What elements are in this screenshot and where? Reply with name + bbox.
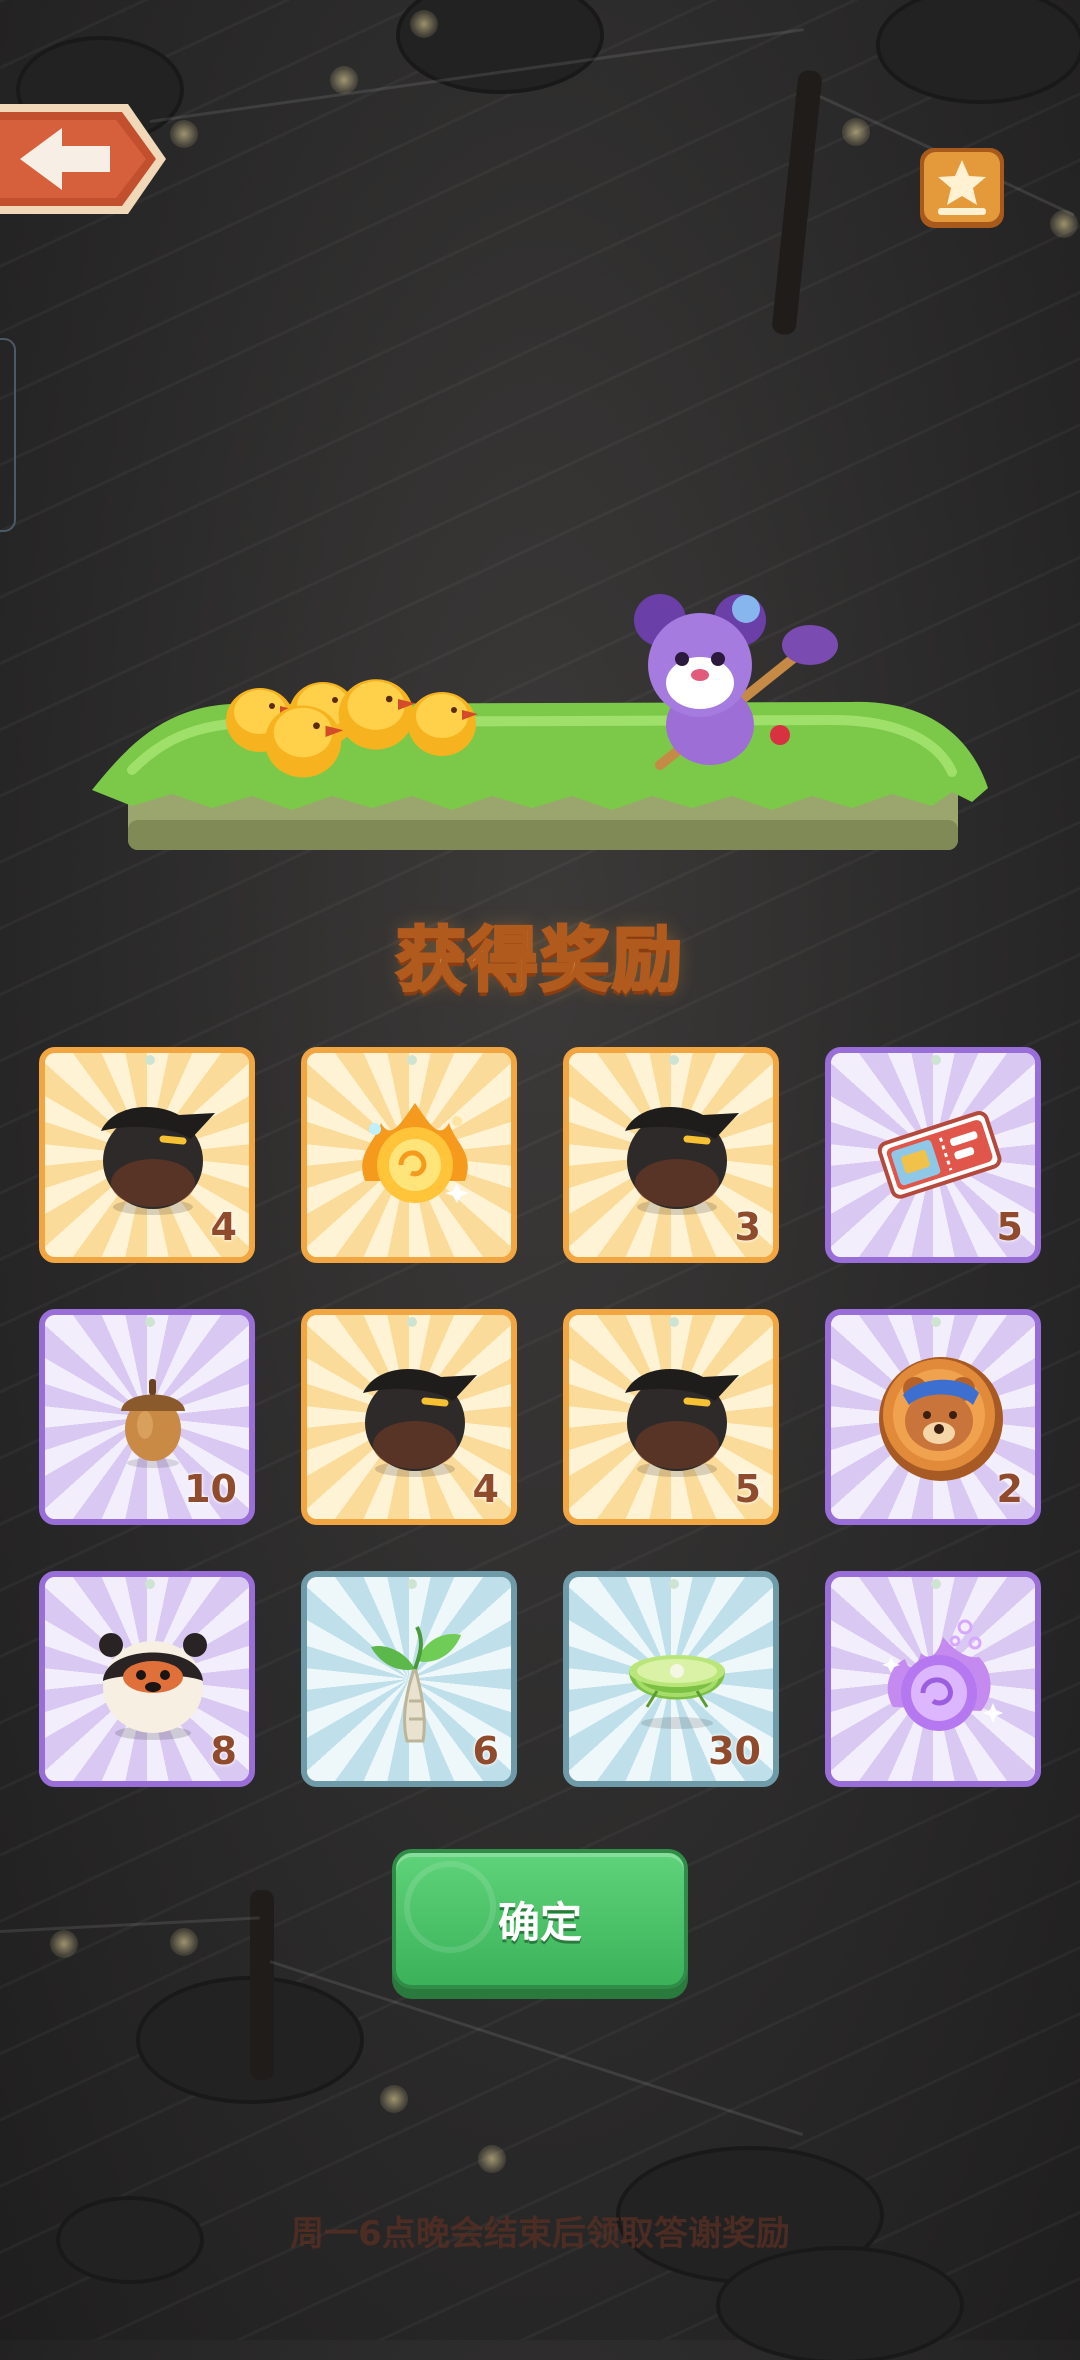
reward-slot[interactable]: 2 — [825, 1309, 1041, 1525]
golden-flame-orb-icon — [362, 1103, 469, 1203]
reward-title: 获得奖励 — [395, 918, 684, 1003]
black-bird-egg-icon — [625, 1369, 739, 1477]
reward-slot[interactable]: 30 — [563, 1571, 779, 1787]
slot-pin — [407, 1055, 417, 1065]
reward-quantity: 2 — [996, 1467, 1023, 1511]
slot-pin — [145, 1317, 155, 1327]
light-bulb — [170, 1928, 198, 1956]
footer-note: 周一6点晚会结束后领取答谢奖励 — [290, 2214, 790, 2254]
confirm-label: 确定 — [497, 1897, 582, 1947]
slot-pin — [669, 1055, 679, 1065]
slot-pin — [407, 1317, 417, 1327]
light-bulb — [50, 1930, 78, 1958]
reward-quantity: 5 — [996, 1205, 1023, 1249]
reward-quantity: 6 — [472, 1729, 499, 1773]
slot-pin — [145, 1579, 155, 1589]
slot-pin — [669, 1579, 679, 1589]
slot-pin — [145, 1055, 155, 1065]
reward-quantity: 4 — [210, 1205, 237, 1249]
purple-crystal-orb-icon — [882, 1619, 1003, 1731]
star-tray-icon — [920, 148, 1004, 228]
back-arrow-icon — [0, 104, 166, 214]
confirm-button[interactable]: 确定 — [392, 1849, 688, 1989]
light-bulb — [410, 10, 438, 38]
reward-slot[interactable]: 10 — [39, 1309, 255, 1525]
black-bird-egg-icon — [101, 1107, 215, 1215]
bear-coin-icon — [879, 1357, 1003, 1481]
slot-pin — [931, 1579, 941, 1589]
reward-quantity: 3 — [734, 1205, 761, 1249]
slot-pin — [669, 1317, 679, 1327]
favorites-button[interactable] — [918, 146, 1006, 232]
reward-quantity: 8 — [210, 1729, 237, 1773]
panda-egg-icon — [99, 1633, 207, 1740]
reward-quantity: 10 — [184, 1467, 237, 1511]
light-bulb — [330, 66, 358, 94]
slot-pin — [931, 1317, 941, 1327]
purple-bear-mascot-icon — [634, 594, 838, 770]
slot-pin — [407, 1579, 417, 1589]
back-button[interactable] — [0, 100, 170, 218]
reward-slot[interactable] — [825, 1571, 1041, 1787]
reward-slot[interactable]: 6 — [301, 1571, 517, 1787]
black-bird-egg-icon — [625, 1107, 739, 1215]
side-drawer-tab[interactable] — [0, 338, 16, 532]
reward-quantity: 4 — [472, 1467, 499, 1511]
reward-slot[interactable]: 3 — [563, 1047, 779, 1263]
reward-slot[interactable]: 8 — [39, 1571, 255, 1787]
black-bird-egg-icon — [363, 1369, 477, 1477]
reward-quantity: 5 — [734, 1467, 761, 1511]
background-bush — [720, 2250, 960, 2360]
light-bulb — [380, 2085, 408, 2113]
light-bulb — [478, 2145, 506, 2173]
sprout-icon — [371, 1626, 461, 1743]
reward-grid: 4 3 5 10 4 5 2 8 6 30 — [39, 1047, 1041, 1787]
slot-pin — [931, 1055, 941, 1065]
reward-slot[interactable]: 4 — [301, 1309, 517, 1525]
lime-bowl-icon — [629, 1655, 725, 1729]
button-swirl-decoration — [404, 1861, 496, 1953]
reward-slot[interactable] — [301, 1047, 517, 1263]
reward-quantity: 30 — [708, 1729, 761, 1773]
reward-slot[interactable]: 4 — [39, 1047, 255, 1263]
reward-slot[interactable]: 5 — [563, 1309, 779, 1525]
reward-slot[interactable]: 5 — [825, 1047, 1041, 1263]
ticket-icon — [877, 1111, 1002, 1199]
light-bulb — [1050, 210, 1078, 238]
light-bulb — [842, 118, 870, 146]
light-bulb — [170, 120, 198, 148]
chick-icon — [408, 692, 478, 756]
acorn-icon — [121, 1379, 185, 1468]
